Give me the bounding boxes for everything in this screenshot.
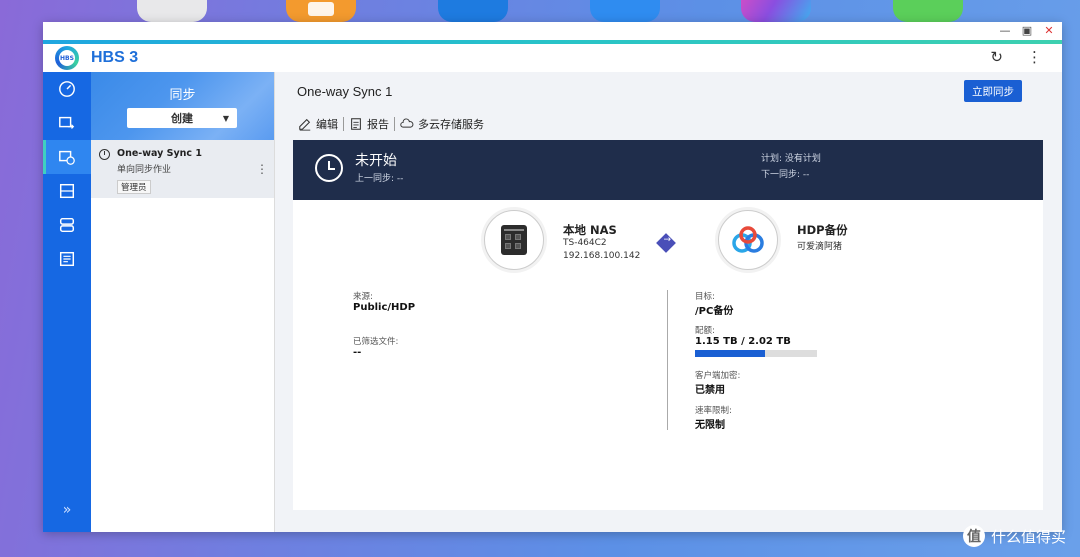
- desktop-settings-icon[interactable]: [137, 0, 207, 22]
- watermark: 值 什么值得买: [962, 525, 1066, 547]
- rail-item-overview[interactable]: [43, 72, 91, 106]
- desktop-app-icon[interactable]: [286, 0, 356, 22]
- schedule-text: 计划: 没有计划: [761, 154, 821, 164]
- multi-cloud-button[interactable]: 多云存储服务: [395, 116, 489, 132]
- encryption-label: 客户端加密:: [695, 371, 741, 381]
- window-top-strip: — ▣ ✕: [43, 22, 1062, 40]
- window-controls: — ▣ ✕: [998, 24, 1056, 37]
- target-value: /PC备份: [695, 306, 734, 317]
- toolbar: 编辑 报告 多云存储服务: [293, 116, 489, 132]
- main-panel: One-way Sync 1 立即同步 编辑 报告 多云存储服务 未开始 上一同…: [275, 72, 1062, 532]
- refresh-icon[interactable]: ↻: [990, 48, 1003, 66]
- close-icon[interactable]: ✕: [1042, 24, 1056, 37]
- list-item[interactable]: One-way Sync 1 单向同步作业 管理员 ⋮: [91, 140, 274, 198]
- encryption-value: 已禁用: [695, 385, 725, 396]
- source-value: Public/HDP: [353, 302, 416, 313]
- status-banner: 未开始 上一同步: -- 计划: 没有计划 下一同步: --: [293, 140, 1043, 200]
- rail-item-logs[interactable]: [43, 242, 91, 276]
- multi-cloud-label: 多云存储服务: [418, 118, 484, 131]
- rail-item-backup[interactable]: [43, 106, 91, 140]
- restore-icon: [59, 183, 75, 199]
- source-device-ip: 192.168.100.142: [563, 251, 641, 261]
- clock-icon: [315, 154, 343, 182]
- storage-icon: [59, 217, 75, 233]
- rail-item-storage[interactable]: [43, 208, 91, 242]
- create-button[interactable]: 创建 ▼: [127, 108, 237, 128]
- rate-limit-value: 无限制: [695, 420, 725, 431]
- filtered-files-label: 已筛选文件:: [353, 337, 399, 347]
- sync-flow: 本地 NAS TS-464C2 192.168.100.142 HDP备份 可爱…: [293, 208, 1043, 272]
- target-label: 目标:: [695, 292, 715, 302]
- create-button-label: 创建: [171, 112, 193, 125]
- quota-progress-fill: [695, 350, 765, 357]
- details-divider: [667, 290, 668, 430]
- logs-icon: [59, 251, 75, 267]
- arrow-right-icon: [656, 233, 676, 253]
- quota-label: 配额:: [695, 326, 715, 336]
- quota-value: 1.15 TB / 2.02 TB: [695, 336, 791, 347]
- app-title: HBS 3: [91, 49, 139, 66]
- edit-label: 编辑: [316, 118, 338, 131]
- app-titlebar: HBS HBS 3 ↻ ⋮: [43, 44, 1062, 72]
- rate-limit-label: 速率限制:: [695, 406, 732, 416]
- edit-icon: [299, 118, 311, 131]
- target-device-account: 可爱滴阿猪: [797, 242, 843, 252]
- job-list-panel: 同步 创建 ▼ One-way Sync 1 单向同步作业 管理员 ⋮: [91, 72, 275, 532]
- expand-rail-icon[interactable]: »: [43, 502, 91, 518]
- desktop-app-icon[interactable]: [590, 0, 660, 22]
- desktop-app-icon[interactable]: [438, 0, 508, 22]
- filtered-files-value: --: [353, 347, 362, 358]
- last-sync-text: 上一同步: --: [355, 174, 404, 184]
- nav-rail: »: [43, 72, 91, 532]
- target-device-name: HDP备份: [797, 223, 848, 237]
- job-type: 单向同步作业: [117, 165, 172, 175]
- next-sync-text: 下一同步: --: [761, 170, 810, 180]
- hbs-window: — ▣ ✕ HBS HBS 3 ↻ ⋮ » 同步 创建 ▼ One-way Sy…: [43, 22, 1062, 532]
- cloud-icon: [400, 118, 414, 128]
- job-detail-card: 未开始 上一同步: -- 计划: 没有计划 下一同步: -- 本地 NAS TS…: [293, 140, 1043, 510]
- sync-now-button[interactable]: 立即同步: [964, 80, 1022, 102]
- status-title: 未开始: [355, 153, 397, 169]
- report-button[interactable]: 报告: [344, 116, 394, 132]
- sync-icon: [59, 150, 75, 165]
- maximize-icon[interactable]: ▣: [1020, 24, 1034, 37]
- report-icon: [351, 118, 361, 130]
- caret-down-icon: ▼: [222, 113, 229, 123]
- list-header-title: 同步: [169, 88, 196, 103]
- hbs-logo-text: HBS: [59, 50, 75, 66]
- overview-icon: [59, 81, 75, 97]
- clock-icon: [99, 149, 110, 160]
- hbs-logo-icon: HBS: [55, 46, 79, 70]
- rail-item-restore[interactable]: [43, 174, 91, 208]
- backup-icon: [59, 116, 75, 129]
- minimize-icon[interactable]: —: [998, 24, 1012, 37]
- quota-progress-bar: [695, 350, 817, 357]
- job-owner-badge: 管理员: [117, 180, 151, 194]
- rail-item-sync[interactable]: [43, 140, 91, 174]
- more-options-icon[interactable]: ⋮: [1027, 48, 1042, 66]
- edit-button[interactable]: 编辑: [293, 116, 343, 132]
- watermark-text: 什么值得买: [990, 527, 1066, 546]
- report-label: 报告: [367, 118, 389, 131]
- page-title: One-way Sync 1: [297, 84, 393, 99]
- nas-device-icon: [484, 210, 544, 270]
- source-device-name: 本地 NAS: [563, 223, 617, 237]
- baidu-cloud-icon: [718, 210, 778, 270]
- watermark-logo-icon: 值: [962, 525, 985, 547]
- desktop-app-icon[interactable]: [893, 0, 963, 22]
- list-header: 同步 创建 ▼: [91, 72, 274, 140]
- source-device-model: TS-464C2: [563, 238, 607, 248]
- desktop-app-icon[interactable]: [741, 0, 811, 22]
- job-name: One-way Sync 1: [117, 148, 202, 159]
- job-menu-icon[interactable]: ⋮: [256, 162, 268, 176]
- source-label: 来源:: [353, 292, 373, 302]
